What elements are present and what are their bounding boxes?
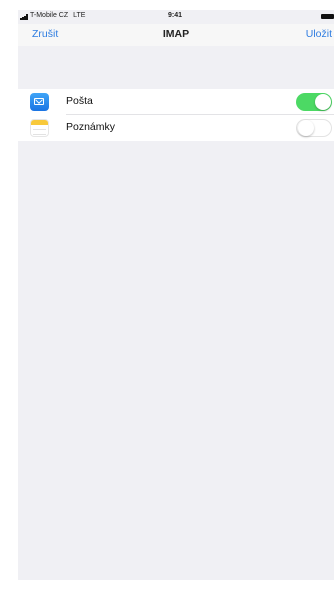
mail-toggle[interactable] <box>296 93 332 111</box>
network-type: LTE <box>73 12 86 19</box>
signal-strength-icon <box>20 14 29 20</box>
list-item-notes[interactable]: Poznámky <box>18 115 334 141</box>
save-button[interactable]: Uložit <box>306 28 332 40</box>
navigation-bar: Zrušit IMAP Uložit <box>18 24 334 46</box>
list-item-mail[interactable]: Pošta <box>18 89 334 115</box>
carrier-name: T-Mobile CZ <box>30 12 69 19</box>
carrier-info: T-Mobile CZ LTE <box>30 12 85 19</box>
status-bar: T-Mobile CZ LTE 9:41 <box>18 10 334 24</box>
battery-icon <box>321 14 334 19</box>
status-time: 9:41 <box>168 12 183 19</box>
page-title: IMAP <box>162 28 190 40</box>
notes-toggle[interactable] <box>296 119 332 137</box>
list-item-label: Poznámky <box>66 121 116 133</box>
sync-options-list: Pošta Poznámky <box>18 89 334 141</box>
mail-icon <box>30 93 49 111</box>
list-item-label: Pošta <box>66 95 93 107</box>
notes-icon <box>30 119 49 137</box>
settings-screen: T-Mobile CZ LTE 9:41 Zrušit IMAP Uložit P… <box>18 10 334 580</box>
toggle-knob <box>298 120 314 136</box>
toggle-knob <box>315 94 331 110</box>
